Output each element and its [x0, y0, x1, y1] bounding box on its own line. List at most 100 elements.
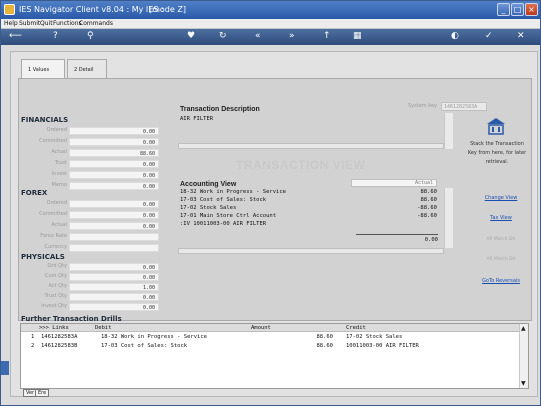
description-scrollbar[interactable] [444, 113, 453, 149]
row-credit: 17-02 Stock Sales [346, 334, 403, 340]
close-icon[interactable]: ✕ [517, 31, 525, 42]
transaction-view-title: TRANSACTION VIEW [236, 158, 366, 172]
row-link[interactable]: 1461282583B [41, 343, 77, 349]
tab-values[interactable]: 1 Values [21, 59, 65, 79]
field-label: Actual [51, 222, 67, 228]
toolbar: ⟵ ? ⚲ ♥ ↻ « » ↑ ▦ ◐ ✓ ✕ [1, 29, 540, 45]
row-link[interactable]: 1461282583A [41, 334, 77, 340]
field-label: Invest [51, 171, 67, 177]
menu-submit[interactable]: Submit [19, 20, 40, 27]
maximize-button[interactable]: □ [511, 3, 524, 16]
table-row[interactable]: 2 1461282583B 17-03 Cost of Sales: Stock… [21, 343, 520, 352]
trust-qty-value: 0.00 [69, 293, 159, 301]
currency-value [69, 244, 159, 252]
field-label: Act Qty [48, 283, 68, 289]
total-rule [356, 234, 438, 235]
drills-grid: >>> Links Debit Amount Credit 1 14612825… [20, 323, 529, 389]
forex-heading: FOREX [21, 189, 48, 197]
menu-help[interactable]: Help [4, 20, 18, 27]
goto-reversals-link[interactable]: GoTo Reversals [471, 278, 531, 284]
accounting-scrollbar[interactable] [444, 188, 453, 248]
system-key-label: System key [408, 103, 437, 109]
change-view-link[interactable]: Change View [471, 195, 531, 201]
col-links[interactable]: >>> Links [39, 325, 69, 331]
calendar-icon[interactable]: ▦ [353, 31, 362, 42]
app-logo-icon [4, 4, 15, 15]
ere-button[interactable]: Ere [35, 389, 50, 397]
title-bar[interactable]: IES Navigator Client v8.04 : My IES : [m… [1, 1, 540, 19]
act-qty-value: 1.00 [69, 283, 159, 291]
field-label: Trust Qty [44, 293, 67, 299]
tax-view-link[interactable]: Tax View [471, 215, 531, 221]
physicals-heading: PHYSICALS [21, 253, 65, 261]
window-mode: [mode Z] [149, 5, 186, 14]
accounting-amount: -88.60 [417, 205, 437, 211]
grid-header: >>> Links Debit Amount Credit [21, 324, 520, 332]
row-amount: 88.60 [316, 343, 333, 349]
accounting-amount: 88.60 [420, 189, 437, 195]
memo-value: 0.00 [69, 182, 159, 190]
globe-icon[interactable]: ◐ [451, 31, 459, 42]
system-key-field[interactable]: 1461282583A [441, 102, 487, 111]
menu-commands[interactable]: Commands [79, 20, 113, 27]
close-window-button[interactable]: × [525, 3, 538, 16]
first-icon[interactable]: « [255, 31, 261, 42]
accounting-hscroll[interactable] [178, 248, 444, 254]
stack-transaction-hint: Stack the Transaction Key from here, for… [467, 141, 527, 165]
check-icon[interactable]: ✓ [485, 31, 493, 42]
field-label: Ord Qty [47, 263, 67, 269]
marker-icon[interactable]: ↑ [323, 31, 331, 42]
description-box [178, 113, 453, 147]
search-icon[interactable]: ⚲ [87, 31, 94, 42]
scroll-up-icon[interactable]: ▲ [521, 325, 526, 332]
financials-heading: FINANCIALS [21, 116, 69, 124]
last-icon[interactable]: » [289, 31, 295, 42]
field-label: Ordered [46, 200, 67, 206]
minimize-button[interactable]: _ [497, 3, 510, 16]
field-label: Com Qty [45, 273, 67, 279]
accounting-amount: 88.60 [420, 197, 437, 203]
col-credit[interactable]: Credit [346, 325, 366, 331]
menu-bar: Help Submit Quit Functions Commands [1, 19, 540, 29]
back-arrow-icon[interactable]: ⟵ [9, 31, 22, 42]
row-credit: 10011003-00 AIR FILTER [346, 343, 419, 349]
row-number: 2 [31, 343, 35, 349]
help-icon[interactable]: ? [53, 31, 58, 42]
field-label: Committed [39, 138, 67, 144]
row-debit: 17-03 Cost of Sales: Stock [101, 343, 188, 349]
committed-value: 0.00 [69, 138, 159, 146]
description-hscroll[interactable] [178, 143, 444, 149]
accounting-view-label: Accounting View [180, 181, 237, 188]
field-label: Forex Rate [40, 233, 67, 239]
col-debit[interactable]: Debit [95, 325, 112, 331]
refresh-icon[interactable]: ↻ [219, 31, 227, 42]
menu-functions[interactable]: Functions [53, 20, 82, 27]
field-label: Memo [51, 182, 67, 188]
stack-key-icon[interactable] [485, 117, 507, 137]
left-edge-tab[interactable] [1, 361, 9, 375]
field-label: Invest Qty [41, 303, 67, 309]
grid-scrollbar[interactable]: ▲ ▼ [519, 324, 528, 388]
ar-match-link[interactable]: AR Match Dtl [471, 257, 531, 262]
menu-quit[interactable]: Quit [40, 20, 53, 27]
field-label: Committed [39, 211, 67, 217]
ap-match-link[interactable]: AP Match Dtl [471, 237, 531, 242]
tab-detail[interactable]: 2 Detail [67, 59, 107, 79]
scroll-down-icon[interactable]: ▼ [521, 380, 526, 387]
accounting-line: 17-01 Main Store Ctrl Account [180, 213, 277, 219]
drills-title: Further Transaction Drills [21, 315, 122, 323]
forex-committed-value: 0.00 [69, 211, 159, 219]
accounting-total: 0.00 [424, 237, 438, 243]
accounting-line: 17-03 Cost of Sales: Stock [180, 197, 267, 203]
forex-rate-value [69, 233, 159, 241]
field-label: Ordered [46, 127, 67, 133]
transaction-description-label: Transaction Description [180, 106, 260, 113]
window-title: IES Navigator Client v8.04 : My IES : [19, 5, 164, 14]
field-label: Currency [44, 244, 67, 250]
heart-icon[interactable]: ♥ [187, 31, 195, 42]
accounting-amount: -88.60 [417, 213, 437, 219]
row-number: 1 [31, 334, 35, 340]
ordered-value: 0.00 [69, 127, 159, 135]
table-row[interactable]: 1 1461282583A 18-32 Work in Progress - S… [21, 334, 520, 343]
col-amount[interactable]: Amount [251, 325, 271, 331]
